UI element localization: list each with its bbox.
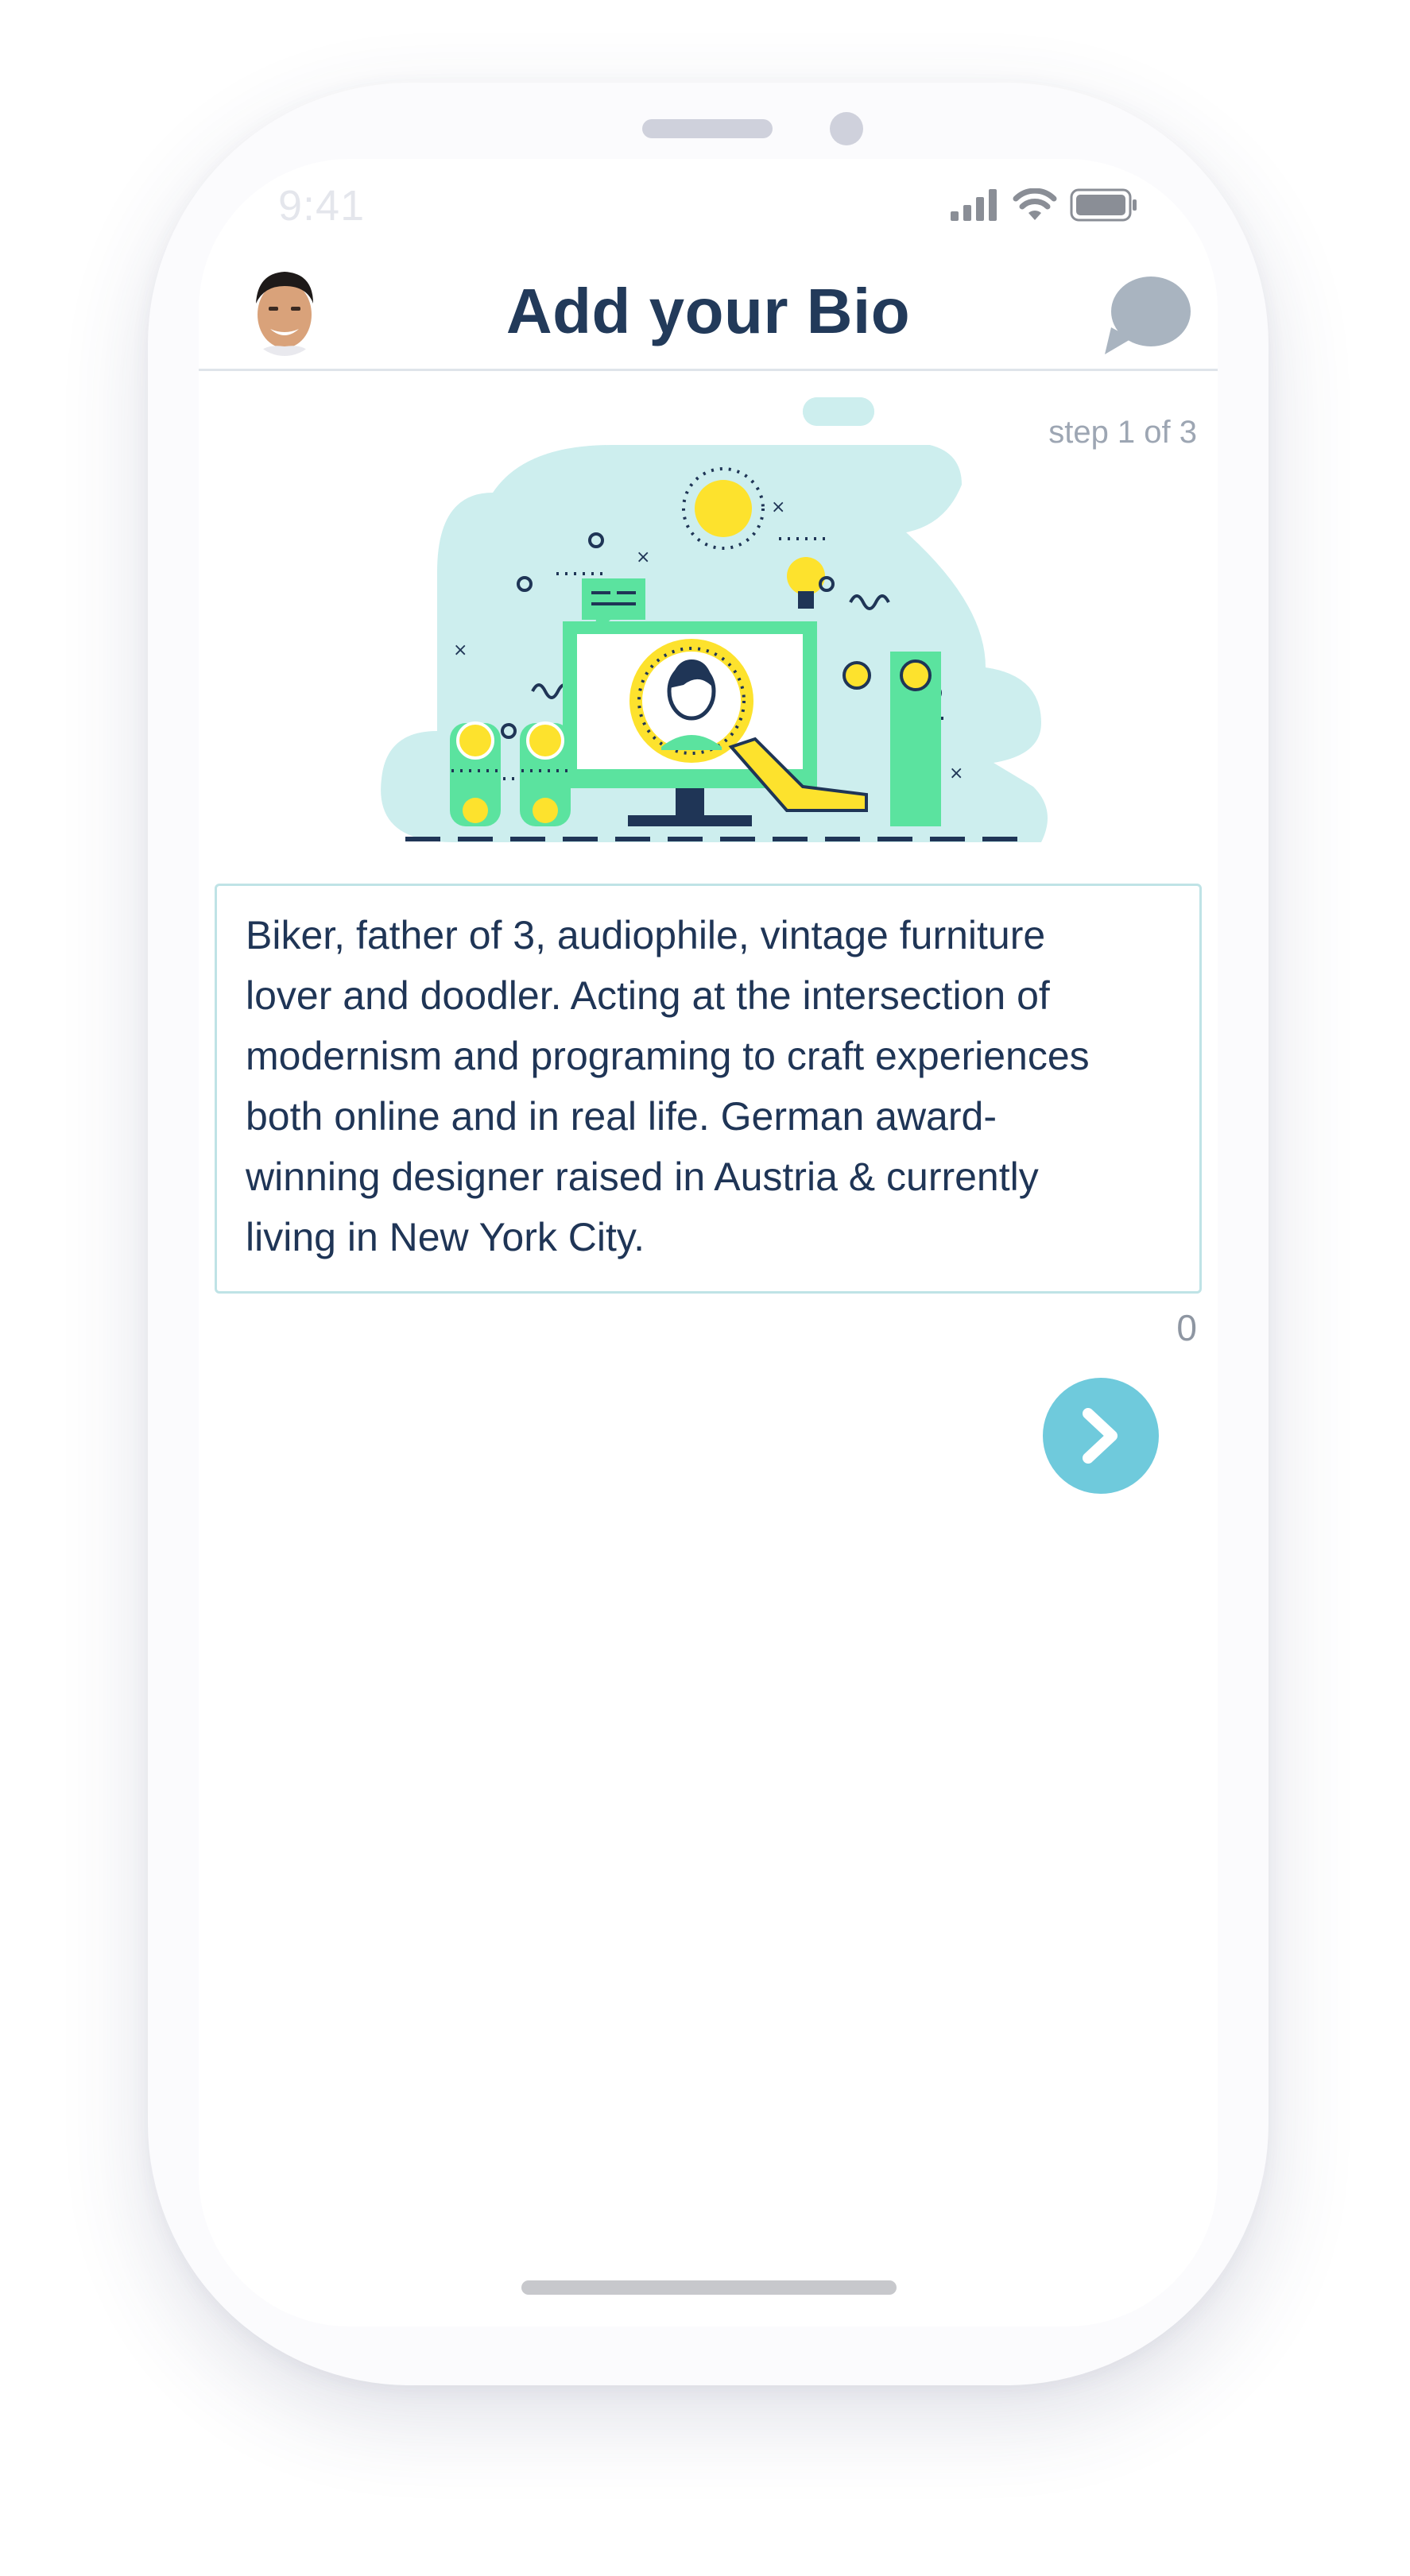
signal-icon — [951, 189, 997, 221]
bio-textarea[interactable]: Biker, father of 3, audiophile, vintage … — [215, 884, 1202, 1294]
home-indicator[interactable] — [521, 2280, 897, 2295]
bio-text: Biker, father of 3, audiophile, vintage … — [246, 913, 1090, 1259]
svg-text:×: × — [453, 640, 467, 660]
status-time: 9:41 — [278, 182, 366, 230]
phone-camera — [830, 112, 863, 145]
phone-screen: 9:41 Add your Bio step 1 of 3 × × × × Bi… — [199, 159, 1218, 2327]
stage: 9:41 Add your Bio step 1 of 3 × × × × Bi… — [0, 0, 1410, 2576]
wifi-icon — [1013, 188, 1057, 220]
header-bar: Add your Bio — [199, 254, 1218, 371]
chevron-right-icon — [1083, 1408, 1118, 1464]
svg-text:×: × — [771, 497, 785, 517]
hero-illustration: × × × × — [358, 397, 1089, 858]
phone-speaker — [642, 119, 773, 138]
chat-bubble-icon — [1105, 277, 1191, 354]
svg-text:×: × — [949, 764, 963, 783]
status-icons — [951, 181, 1138, 229]
page-title: Add your Bio — [506, 276, 911, 346]
svg-text:×: × — [636, 547, 650, 567]
character-counter: 0 — [1176, 1307, 1197, 1348]
battery-icon — [1070, 188, 1137, 222]
next-button[interactable] — [1043, 1378, 1159, 1494]
chat-button[interactable] — [1100, 272, 1195, 359]
